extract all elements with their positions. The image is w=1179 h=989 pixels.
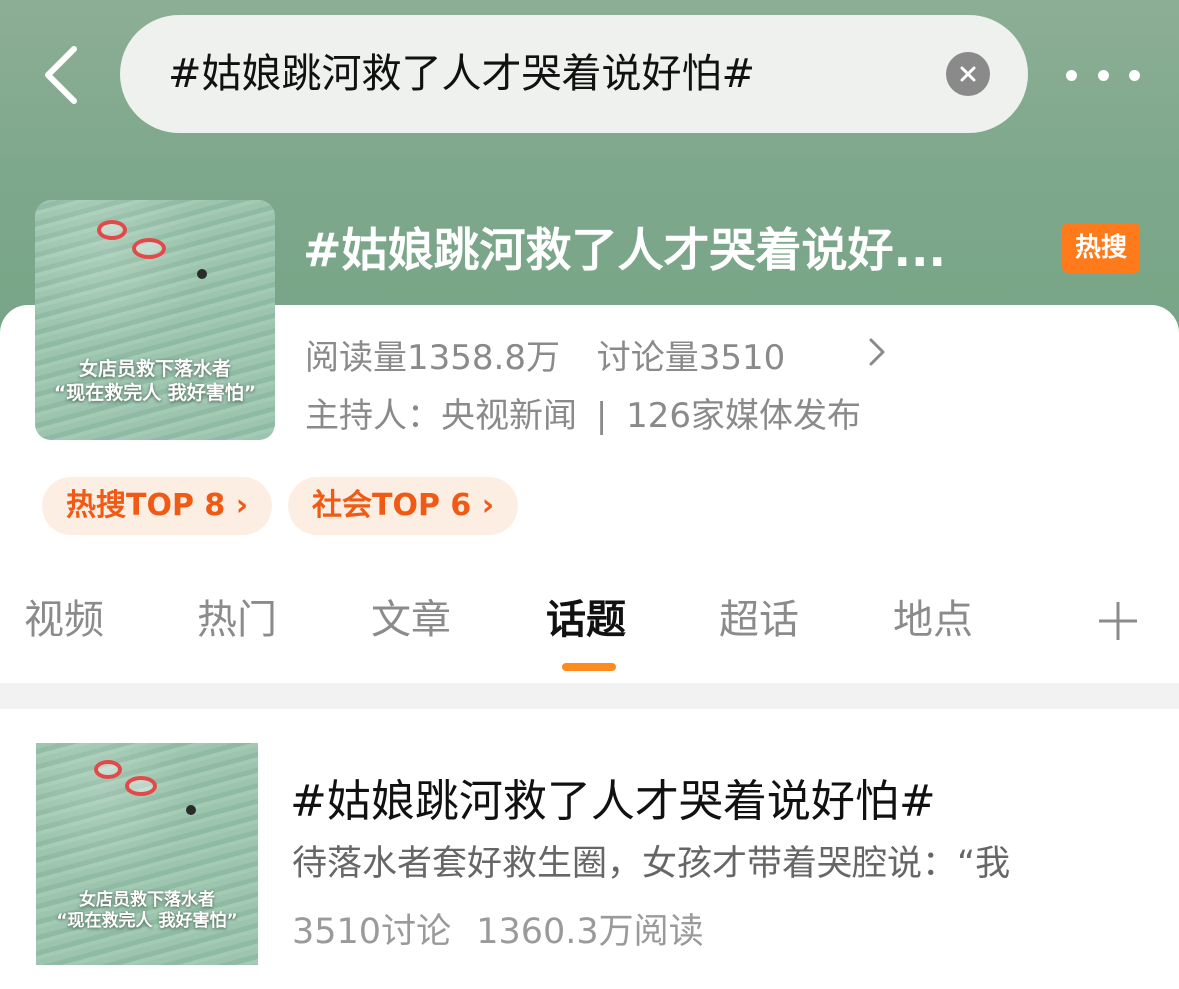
result-read-count: 1360.3万阅读 bbox=[476, 912, 704, 952]
media-count: 126家媒体发布 bbox=[626, 396, 861, 436]
thumbnail-caption-line1: 女店员救下落水者 bbox=[78, 358, 231, 380]
life-ring bbox=[97, 220, 127, 240]
more-icon[interactable] bbox=[1066, 50, 1140, 100]
life-ring bbox=[125, 776, 157, 796]
topic-thumbnail[interactable]: 女店员救下落水者 “现在救完人 我好害怕” bbox=[35, 200, 275, 440]
tab-articles[interactable]: 文章 bbox=[371, 580, 451, 660]
section-divider bbox=[0, 683, 1179, 709]
thumbnail-caption-line1: 女店员救下落水者 bbox=[79, 890, 215, 910]
tab-video[interactable]: 视频 bbox=[24, 580, 104, 660]
tab-locations[interactable]: 地点 bbox=[893, 580, 973, 660]
thumbnail-caption-line2: “现在救完人 我好害怕” bbox=[56, 911, 238, 932]
back-arrow-icon bbox=[45, 46, 77, 104]
clear-search-button[interactable] bbox=[946, 52, 990, 96]
life-ring bbox=[94, 760, 122, 779]
result-meta: 3510讨论 1360.3万阅读 bbox=[292, 903, 704, 954]
hot-search-rank-pill[interactable]: 热搜TOP 8 › bbox=[42, 477, 273, 535]
society-rank-pill[interactable]: 社会TOP 6 › bbox=[288, 477, 519, 535]
discussion-count: 讨论量3510 bbox=[596, 338, 786, 378]
clear-icon bbox=[960, 66, 976, 82]
tab-super-topics[interactable]: 超话 bbox=[719, 580, 799, 660]
result-thumbnail[interactable]: 女店员救下落水者 “现在救完人 我好害怕” bbox=[36, 743, 258, 965]
host-separator: | bbox=[595, 396, 608, 436]
result-title[interactable]: #姑娘跳河救了人才哭着说好怕# bbox=[290, 765, 936, 829]
active-tab-indicator bbox=[562, 663, 616, 671]
hot-badge: 热搜 bbox=[1062, 223, 1140, 273]
tab-topics[interactable]: 话题 bbox=[546, 580, 626, 660]
host-name: 主持人：央视新闻 bbox=[305, 396, 577, 436]
swimmer bbox=[197, 269, 207, 279]
back-button[interactable] bbox=[30, 40, 90, 110]
tab-bar: 视频 热门 文章 话题 超话 地点 bbox=[0, 580, 1179, 670]
chevron-right-icon[interactable] bbox=[862, 332, 892, 372]
swimmer bbox=[186, 805, 196, 815]
more-dot bbox=[1129, 69, 1140, 81]
thumbnail-caption: 女店员救下落水者 “现在救完人 我好害怕” bbox=[36, 890, 258, 933]
search-input[interactable]: #姑娘跳河救了人才哭着说好怕# bbox=[120, 15, 1028, 133]
more-dot bbox=[1066, 69, 1077, 81]
topic-host-line: 主持人：央视新闻 | 126家媒体发布 bbox=[305, 388, 861, 437]
tab-hot[interactable]: 热门 bbox=[197, 580, 277, 660]
result-discussion-count: 3510讨论 bbox=[292, 912, 452, 952]
thumbnail-caption-line2: “现在救完人 我好害怕” bbox=[53, 381, 257, 404]
search-query-text: #姑娘跳河救了人才哭着说好怕# bbox=[168, 51, 756, 97]
description-fade bbox=[1040, 835, 1110, 885]
plus-icon[interactable] bbox=[1097, 600, 1139, 642]
read-count: 阅读量1358.8万 bbox=[305, 338, 560, 378]
thumbnail-caption: 女店员救下落水者 “现在救完人 我好害怕” bbox=[35, 358, 275, 406]
life-ring bbox=[132, 238, 166, 259]
topic-stats[interactable]: 阅读量1358.8万 讨论量3510 bbox=[305, 330, 785, 379]
more-dot bbox=[1097, 69, 1109, 81]
result-description: 待落水者套好救生圈，女孩才带着哭腔说：“我 bbox=[292, 844, 1011, 884]
topic-title: #姑娘跳河救了人才哭着说好... bbox=[303, 223, 946, 277]
